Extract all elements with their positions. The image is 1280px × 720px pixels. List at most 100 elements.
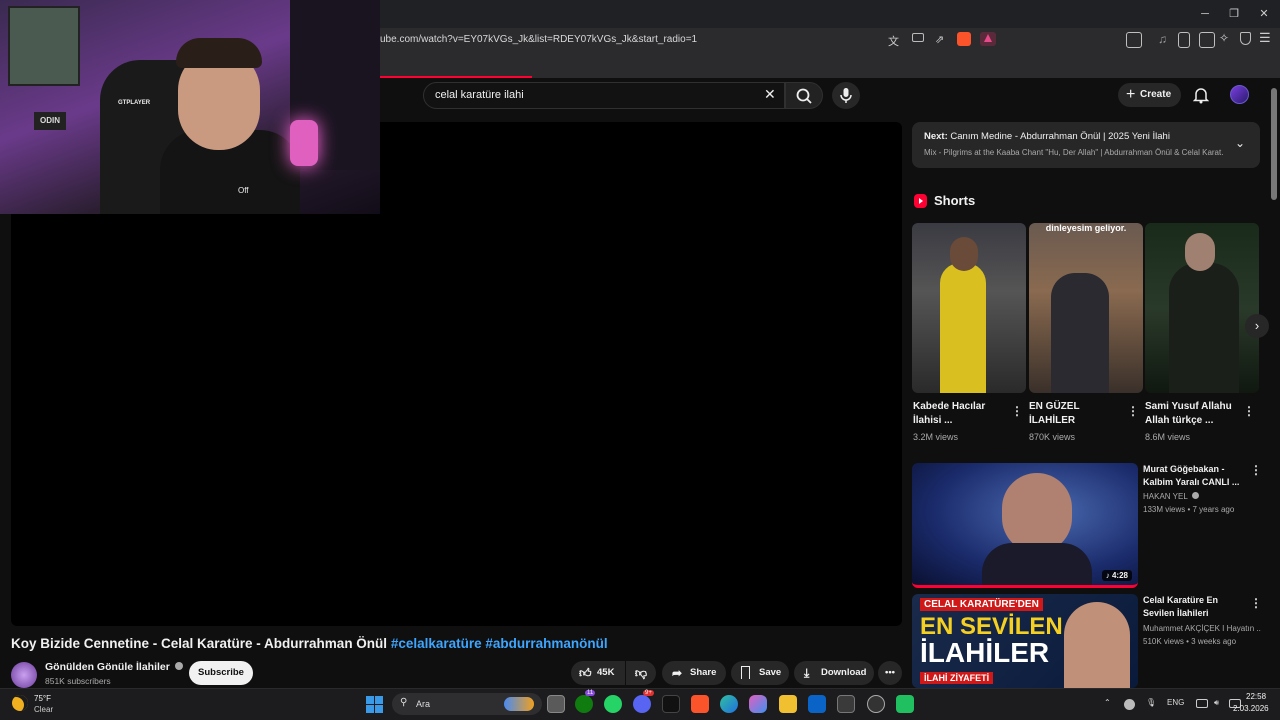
microphone-light [290, 120, 318, 166]
share-button[interactable]: ➦ Share [662, 661, 726, 685]
up-next-mix: Mix - Pilgrims at the Kaaba Chant "Hu, D… [924, 148, 1224, 157]
tab-search-icon[interactable] [1126, 32, 1142, 48]
related-video-title[interactable]: Murat Göğebakan - Kalbim Yaralı CANLI ..… [1143, 463, 1243, 489]
person-yellow-suit [940, 263, 986, 393]
share-page-icon[interactable]: ⇗ [935, 33, 944, 46]
up-next-title[interactable]: Next: Canım Medine - Abdurrahman Önül | … [924, 131, 1170, 142]
more-actions-button[interactable]: ••• [878, 661, 902, 685]
more-vert-icon[interactable]: ⋮ [1250, 596, 1262, 610]
chevron-down-icon[interactable]: ⌄ [1235, 136, 1245, 150]
chair-logo: GTPLAYER [118, 100, 151, 106]
start-button[interactable] [366, 696, 383, 713]
person-head [1185, 233, 1215, 271]
task-view-icon[interactable] [547, 695, 565, 713]
brave-icon[interactable] [691, 695, 709, 713]
share-label: Share [690, 667, 717, 678]
edge-icon[interactable] [720, 695, 738, 713]
share-icon: ➦ [672, 666, 683, 680]
more-vert-icon[interactable]: ⋮ [1243, 404, 1255, 418]
video-thumbnail[interactable]: CELAL KARATÜRE'DEN EN SEVİLEN İLAHİLER İ… [912, 594, 1138, 688]
terminal-icon[interactable] [662, 695, 680, 713]
thumb-subheading: İLAHİLER [920, 637, 1050, 668]
video-hashtags[interactable]: #celalkaratüre #abdurrahmanönül [391, 636, 608, 651]
copilot-icon[interactable] [749, 695, 767, 713]
up-next-label: Next: [924, 131, 948, 142]
short-thumbnail[interactable] [912, 223, 1026, 393]
related-video-channel[interactable]: HAKAN YEL [1143, 492, 1199, 501]
whatsapp-icon[interactable] [604, 695, 622, 713]
short-thumbnail[interactable]: dinleyesim geliyor. [1029, 223, 1143, 393]
menu-icon[interactable]: ☰ [1259, 30, 1271, 46]
channel-name-text: Gönülden Gönüle İlahiler [45, 661, 170, 673]
more-icon: ••• [885, 667, 895, 678]
shorts-heading: Shorts [934, 193, 976, 208]
chevron-up-icon[interactable]: ⌃ [1104, 698, 1111, 707]
shorts-next-button[interactable]: › [1245, 314, 1269, 338]
short-title[interactable]: EN GÜZEL İLAHİLER [1029, 400, 1125, 428]
notifications-button[interactable] [1192, 86, 1210, 109]
close-window-button[interactable]: ✕ [1255, 6, 1273, 22]
clock-date[interactable]: 2.03.2026 [1233, 704, 1269, 713]
related-video-channel[interactable]: Muhammet AKÇİÇEK I Hayatın ... [1143, 624, 1261, 633]
sidebar-icon[interactable] [1178, 32, 1190, 48]
more-vert-icon[interactable]: ⋮ [1127, 404, 1139, 418]
duration-text: 4:28 [1111, 571, 1128, 580]
clear-search-icon[interactable]: ✕ [764, 86, 776, 103]
app-icon[interactable] [896, 695, 914, 713]
related-video-meta: 510K views • 3 weeks ago [1143, 637, 1237, 646]
related-video-meta: 133M views • 7 years ago [1143, 505, 1235, 514]
wallet-icon[interactable] [1199, 32, 1215, 48]
create-button[interactable]: + Create [1118, 83, 1181, 107]
volume-icon[interactable]: 🔊︎ [1214, 698, 1219, 708]
create-label: Create [1140, 89, 1172, 100]
leo-ai-icon[interactable]: ✧ [1219, 31, 1229, 45]
video-thumbnail[interactable]: ♪ 4:28 [912, 463, 1138, 588]
vpn-shield-icon[interactable] [1240, 32, 1251, 45]
account-avatar[interactable] [1230, 85, 1249, 104]
language-indicator[interactable]: ENG [1167, 698, 1184, 707]
discord-badge: 9+ [643, 690, 654, 696]
bell-icon [1192, 88, 1210, 104]
mic-icon[interactable]: 🎙︎ [1146, 698, 1156, 707]
weather-desc: Clear [34, 705, 54, 714]
cast-icon[interactable] [912, 33, 924, 42]
discord-icon[interactable]: 9+ [633, 690, 654, 713]
brave-shield-icon[interactable] [957, 32, 971, 46]
mail-icon[interactable] [808, 695, 826, 713]
plus-icon: + [1126, 86, 1136, 103]
video-title-text: Koy Bizide Cennetine - Celal Karatüre - … [11, 636, 388, 651]
search-button[interactable] [785, 82, 823, 109]
chevron-right-icon: › [1254, 318, 1260, 333]
display-icon[interactable] [1196, 699, 1208, 708]
more-vert-icon[interactable]: ⋮ [1250, 463, 1262, 477]
dislike-button[interactable]: 👎︎ [626, 661, 656, 685]
save-button[interactable]: Save [731, 661, 789, 685]
rewards-icon[interactable] [980, 32, 996, 46]
file-explorer-icon[interactable] [779, 695, 797, 713]
weather-temp[interactable]: 75°F [34, 694, 51, 703]
settings-gear-icon[interactable] [867, 695, 885, 713]
page-scrollbar[interactable] [1271, 88, 1277, 200]
like-button[interactable]: 👍︎ 45K [571, 661, 625, 685]
search-input[interactable]: celal karatüre ilahi [423, 82, 785, 109]
tray-app-icon[interactable] [1124, 699, 1135, 710]
related-video-title[interactable]: Celal Karatüre En Sevilen İlahileri [1143, 594, 1243, 620]
music-icon[interactable]: ♫ [1158, 32, 1167, 46]
maximize-button[interactable]: ❐ [1225, 6, 1243, 22]
clock-time[interactable]: 22:58 [1246, 692, 1266, 701]
thumb-banner: CELAL KARATÜRE'DEN [920, 598, 1043, 611]
more-vert-icon[interactable]: ⋮ [1011, 404, 1023, 418]
translate-icon[interactable]: 文 [888, 33, 899, 49]
short-title[interactable]: Sami Yusuf Allahu Allah türkçe ... [1145, 400, 1241, 428]
subscribe-button[interactable]: Subscribe [189, 661, 253, 685]
up-next-panel[interactable] [912, 122, 1260, 168]
channel-name[interactable]: Gönülden Gönüle İlahiler [45, 661, 183, 673]
store-icon[interactable] [837, 695, 855, 713]
short-title[interactable]: Kabede Hacılar İlahisi ... [913, 400, 1009, 428]
xbox-icon[interactable]: 11 [575, 690, 596, 713]
download-button[interactable]: ⤓ Download [794, 661, 874, 685]
channel-avatar[interactable] [11, 662, 37, 688]
minimize-button[interactable]: ─ [1196, 6, 1214, 22]
voice-search-button[interactable] [832, 82, 860, 109]
short-thumbnail[interactable] [1145, 223, 1259, 393]
